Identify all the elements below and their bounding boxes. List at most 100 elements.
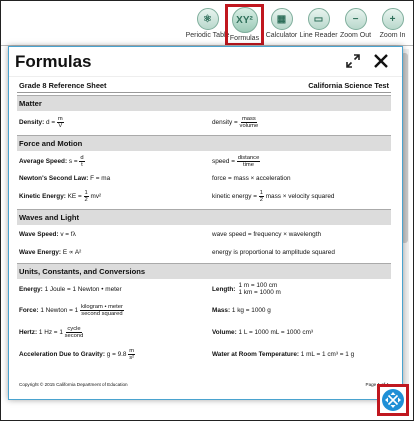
line-reader-tool[interactable]: ▭ Line Reader <box>299 5 338 45</box>
section-matter: Matter <box>17 95 391 111</box>
speed-formula: Average Speed: s = dt <box>19 155 212 168</box>
kinetic-tail: mv² <box>90 192 102 200</box>
wave-speed-eq: v = fλ <box>60 230 76 238</box>
speed-words-fraction: distance time <box>236 155 261 168</box>
formulas-icon: XY² <box>231 7 258 33</box>
formula-row-wave-energy: Wave Energy: E ∝ A² energy is proportion… <box>17 243 391 261</box>
force-unit-eq: 1 Newton = 1 <box>40 306 79 314</box>
energy-eq: 1 Joule = 1 Newton • meter <box>44 285 122 293</box>
speed-words-den: time <box>243 161 254 168</box>
wave-energy-formula: Wave Energy: E ∝ A² <box>19 248 212 256</box>
section-units: Units, Constants, and Conversions <box>17 263 391 279</box>
kinetic-half-den: 2 <box>84 196 88 203</box>
speed-words-label: speed = <box>212 157 235 165</box>
newton-label: Newton's Second Law: <box>19 174 89 182</box>
newton-words: force = mass × acceleration <box>212 174 291 182</box>
gravity-num: m <box>128 347 136 355</box>
zoom-out-tool[interactable]: − Zoom Out <box>337 5 374 45</box>
zoom-in-label: Zoom In <box>379 32 406 39</box>
hertz-label: Hertz: <box>19 328 38 336</box>
wave-speed-label: Wave Speed: <box>19 230 59 238</box>
zoom-in-tool[interactable]: + Zoom In <box>374 5 411 45</box>
line-reader-icon: ▭ <box>307 8 330 30</box>
hertz-fraction: cycle second <box>65 326 84 339</box>
units-row-2: Force: 1 Newton = 1 kilogram • meter seco… <box>17 299 391 321</box>
kinetic-words-half-den: 2 <box>259 196 263 203</box>
density-formula: Density: d = mV <box>19 116 212 129</box>
formula-row-wave-speed: Wave Speed: v = fλ wave speed = frequenc… <box>17 225 391 243</box>
dialog-title: Formulas <box>15 52 92 71</box>
energy-label: Energy: <box>19 285 43 293</box>
periodic-table-tool[interactable]: ⚛ Periodic Table <box>186 5 229 45</box>
volume-unit: Volume: 1 L = 1000 mL = 1000 cm³ <box>212 329 389 336</box>
calculator-label: Calculator <box>265 32 298 39</box>
dialog-header: Formulas <box>9 47 402 77</box>
density-words-fraction: mass volume <box>240 116 259 129</box>
units-row-1: Energy: 1 Joule = 1 Newton • meter Lengt… <box>17 279 391 299</box>
sheet-header: Grade 8 Reference Sheet California Scien… <box>17 81 391 93</box>
calculator-tool[interactable]: ▦ Calculator <box>263 5 300 45</box>
section-waves: Waves and Light <box>17 209 391 225</box>
calculator-icon: ▦ <box>270 8 293 30</box>
length-value-2: 1 km = 1000 m <box>238 289 281 296</box>
density-num: m <box>56 115 64 123</box>
volume-eq: 1 L = 1000 mL = 1000 cm³ <box>238 328 314 336</box>
kinetic-label: Kinetic Energy: <box>19 192 66 200</box>
kinetic-eq: KE = <box>67 192 82 200</box>
hertz-den: second <box>64 332 84 339</box>
water-unit: Water at Room Temperature: 1 mL = 1 cm³ … <box>212 351 389 358</box>
kinetic-words-half-num: 1 <box>258 189 264 197</box>
wave-energy-words: energy is proportional to amplitude squa… <box>212 248 335 256</box>
length-value-1: 1 m = 100 cm <box>238 282 278 289</box>
formulas-tool[interactable]: XY² Formulas <box>225 4 264 46</box>
density-label: Density: <box>19 118 45 126</box>
speed-num: d <box>79 154 85 162</box>
length-values: 1 m = 100 cm 1 km = 1000 m <box>238 282 280 296</box>
length-unit: Length: 1 m = 100 cm 1 km = 1000 m <box>212 282 389 296</box>
hertz-unit: Hertz: 1 Hz = 1 cycle second <box>19 326 212 339</box>
wave-speed-formula: Wave Speed: v = fλ <box>19 231 212 238</box>
water-label: Water at Room Temperature: <box>212 350 299 358</box>
water-eq: 1 mL = 1 cm³ = 1 g <box>300 350 355 358</box>
move-arrows-icon <box>382 389 404 411</box>
hertz-eq: 1 Hz = 1 <box>38 328 63 336</box>
speed-den: t <box>81 161 83 168</box>
expand-icon[interactable] <box>346 54 360 68</box>
tool-toolbar: ⚛ Periodic Table XY² Formulas ▦ Calculat… <box>186 4 411 46</box>
kinetic-formula: Kinetic Energy: KE = 12 mv² <box>19 190 212 203</box>
pan-move-button[interactable] <box>377 384 409 416</box>
zoom-out-icon: − <box>344 8 367 30</box>
wave-energy-eq: E ∝ A² <box>62 249 82 256</box>
formulas-dialog: Formulas Grade 8 Reference Sheet Califor… <box>8 46 403 400</box>
speed-words: speed = distance time <box>212 155 389 168</box>
density-words-den: volume <box>239 122 259 129</box>
speed-fraction: dt <box>79 154 85 168</box>
kinetic-words-half: 12 <box>258 189 264 203</box>
units-row-3: Hertz: 1 Hz = 1 cycle second Volume: 1 L … <box>17 321 391 343</box>
gravity-eq: g = 9.8 <box>106 350 127 358</box>
newton-formula: Newton's Second Law: F = ma <box>19 175 212 182</box>
gravity-label: Acceleration Due to Gravity: <box>19 350 105 358</box>
gravity-den: s² <box>129 354 135 361</box>
mass-eq: 1 kg = 1000 g <box>231 306 271 314</box>
gravity-unit: Acceleration Due to Gravity: g = 9.8 m s² <box>19 348 212 361</box>
formula-row-density: Density: d = mV density = mass volume <box>17 111 391 133</box>
density-fraction: mV <box>56 115 64 129</box>
formula-row-kinetic: Kinetic Energy: KE = 12 mv² kinetic ener… <box>17 185 391 207</box>
periodic-table-icon: ⚛ <box>196 8 219 30</box>
zoom-in-icon: + <box>381 8 404 30</box>
close-icon[interactable] <box>372 52 390 70</box>
sheet-grade-title: Grade 8 Reference Sheet <box>19 81 107 90</box>
wave-speed-words: wave speed = frequency × wavelength <box>212 230 322 238</box>
speed-label: Average Speed: <box>19 157 68 165</box>
kinetic-words: kinetic energy = 12 mass × velocity squa… <box>212 190 389 203</box>
formulas-label: Formulas <box>229 35 260 42</box>
kinetic-words-label: kinetic energy = <box>212 192 257 200</box>
density-den: V <box>58 122 63 129</box>
kinetic-half-num: 1 <box>83 189 89 197</box>
force-unit-label: Force: <box>19 306 39 314</box>
force-unit-num: kilogram • meter <box>79 303 124 311</box>
reference-sheet: Grade 8 Reference Sheet California Scien… <box>17 81 391 393</box>
mass-label: Mass: <box>212 306 231 314</box>
speed-eq: s = <box>68 157 78 165</box>
